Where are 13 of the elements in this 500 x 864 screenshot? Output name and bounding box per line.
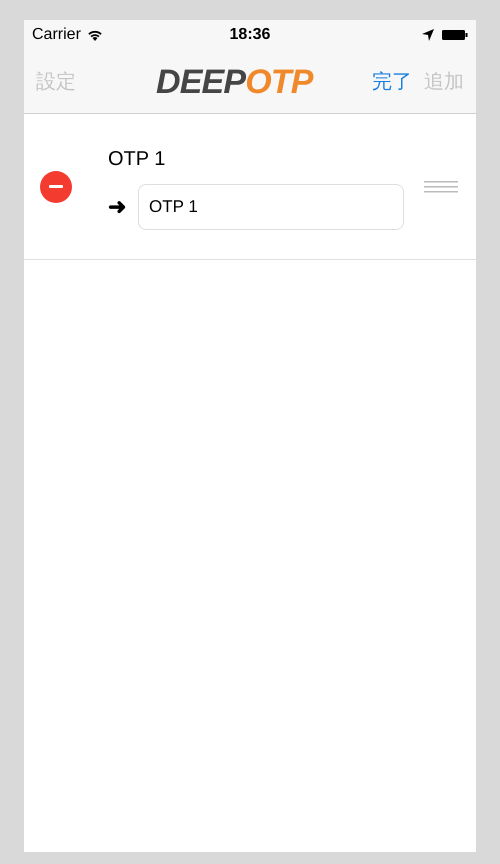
name-input-field[interactable]: OTP 1	[138, 184, 404, 230]
minus-icon	[49, 185, 63, 188]
delete-button[interactable]	[40, 170, 72, 202]
item-title: OTP 1	[108, 146, 166, 172]
battery-icon	[442, 29, 468, 41]
app-logo: DEEPOTP	[156, 64, 313, 98]
nav-button[interactable]: 完了	[372, 66, 412, 96]
wifi-icon	[86, 29, 103, 41]
location-arrow-icon	[422, 29, 434, 41]
carrier-label: Carrier	[32, 25, 81, 45]
clock-time: 18:36	[228, 25, 272, 45]
reorder-handle-icon[interactable]	[424, 180, 458, 192]
arrow-glyph: ➜	[108, 193, 126, 221]
